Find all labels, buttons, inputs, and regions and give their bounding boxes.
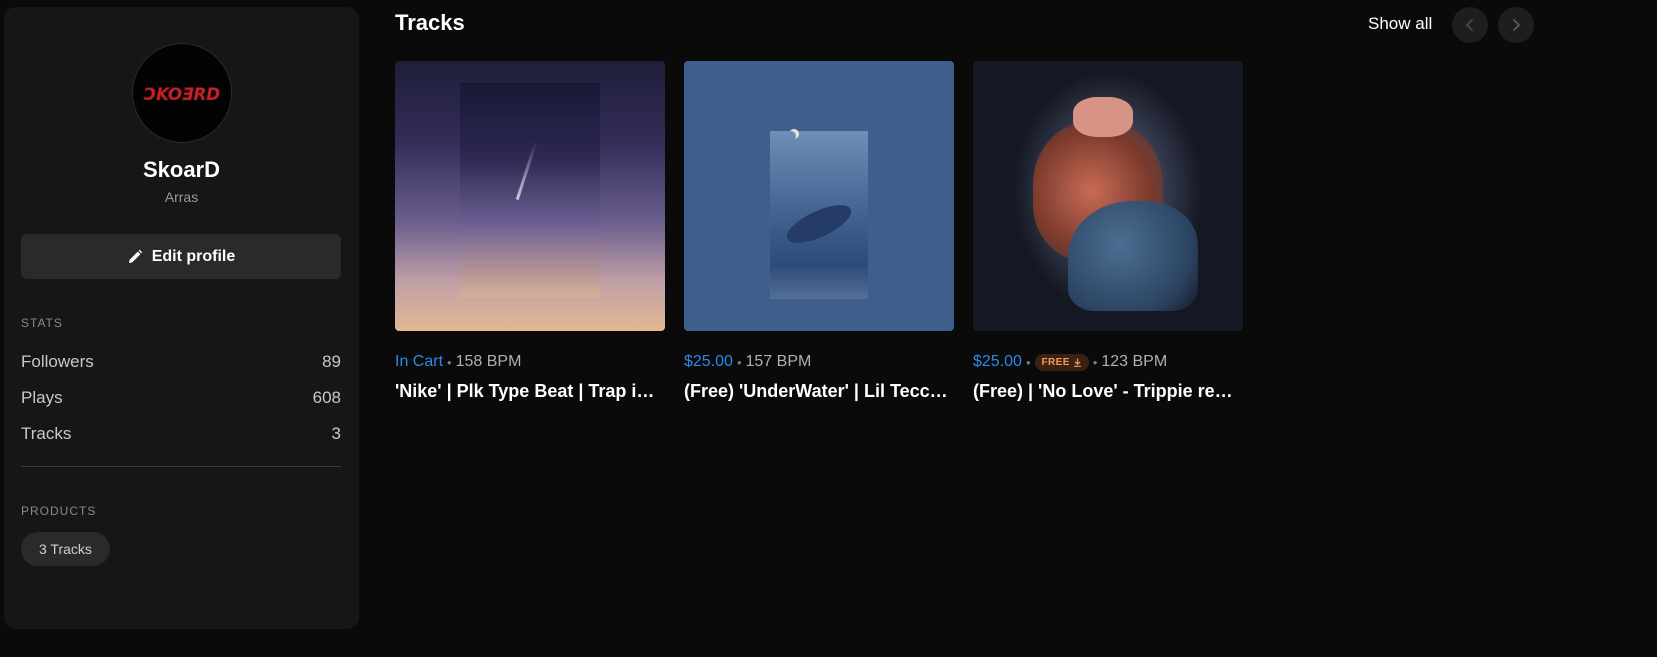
track-bpm: 157 BPM: [745, 353, 812, 370]
edit-profile-label: Edit profile: [151, 247, 236, 265]
chevron-right-icon: [1513, 19, 1520, 31]
track-meta: In Cart • 158 BPM: [395, 351, 665, 373]
stat-label: Plays: [21, 388, 63, 407]
download-icon: [1073, 358, 1081, 367]
separator-dot: •: [736, 354, 742, 370]
track-title[interactable]: (Free) 'UnderWater' | Lil Tecca Type Bea…: [684, 381, 954, 402]
profile-location: Arras: [164, 189, 199, 205]
stat-followers: Followers 89: [21, 352, 341, 372]
chevron-left-icon: [1466, 19, 1473, 31]
stat-label: Followers: [21, 352, 94, 371]
stats-heading: STATS: [21, 316, 63, 330]
products-tracks-pill[interactable]: 3 Tracks: [21, 532, 110, 566]
pencil-icon: [128, 249, 142, 263]
svg-text:ƆKOƎRD: ƆKOƎRD: [143, 85, 220, 104]
cover-art-moon: [786, 131, 796, 141]
edit-profile-button[interactable]: Edit profile: [21, 234, 341, 279]
track-title[interactable]: (Free) | 'No Love' - Trippie redd Type B…: [973, 381, 1243, 402]
separator-dot: •: [1025, 354, 1031, 370]
carousel-next-button[interactable]: [1498, 7, 1534, 43]
section-title: Tracks: [395, 10, 465, 35]
stat-value: 3: [331, 424, 341, 443]
cover-art-sky: [460, 83, 600, 297]
cover-art-shoulder: [1068, 201, 1198, 311]
stat-plays: Plays 608: [21, 388, 341, 408]
products-heading: PRODUCTS: [21, 504, 97, 518]
carousel-prev-button[interactable]: [1452, 7, 1488, 43]
track-bpm: 123 BPM: [1101, 353, 1168, 370]
divider: [21, 466, 341, 467]
avatar[interactable]: ƆKOƎRD: [132, 43, 232, 143]
stat-value: 608: [312, 388, 341, 407]
track-card[interactable]: $25.00 • 157 BPM (Free) 'UnderWater' | L…: [684, 61, 954, 402]
profile-sidebar: ƆKOƎRD SkoarD Arras Edit profile STATS F…: [4, 7, 359, 629]
track-meta: $25.00 • 157 BPM: [684, 351, 954, 373]
in-cart-status[interactable]: In Cart: [395, 353, 443, 371]
stat-label: Tracks: [21, 424, 72, 443]
cover-art-hand: [1073, 97, 1133, 137]
track-title[interactable]: 'Nike' | Plk Type Beat | Trap instrument…: [395, 381, 665, 402]
track-meta: $25.00 • FREE • 123 BPM: [973, 351, 1243, 373]
skoard-logo: ƆKOƎRD: [143, 85, 221, 105]
track-bpm: 158 BPM: [455, 353, 522, 370]
separator-dot: •: [1092, 354, 1098, 370]
track-card[interactable]: In Cart • 158 BPM 'Nike' | Plk Type Beat…: [395, 61, 665, 402]
profile-name: SkoarD: [142, 157, 221, 182]
track-cover-image[interactable]: [684, 61, 954, 331]
stat-value: 89: [322, 352, 341, 371]
free-badge-label: FREE: [1041, 356, 1070, 368]
track-price[interactable]: $25.00: [973, 353, 1022, 371]
track-price[interactable]: $25.00: [684, 353, 733, 371]
track-card[interactable]: $25.00 • FREE • 123 BPM (Free) | 'No Lov…: [973, 61, 1243, 402]
separator-dot: •: [447, 354, 452, 370]
track-cover-image[interactable]: [973, 61, 1243, 331]
show-all-link[interactable]: Show all: [1368, 14, 1432, 34]
stat-tracks: Tracks 3: [21, 424, 341, 444]
free-download-badge[interactable]: FREE: [1034, 353, 1089, 371]
track-cover-image[interactable]: [395, 61, 665, 331]
